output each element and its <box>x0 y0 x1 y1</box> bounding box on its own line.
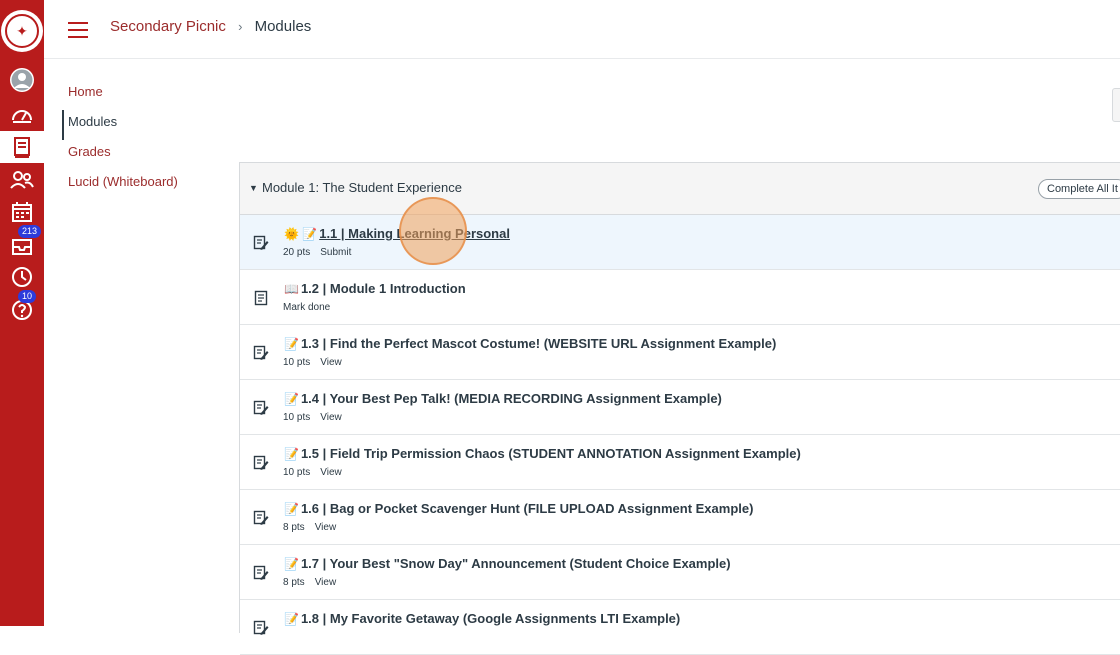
course-header: Secondary Picnic › Modules <box>44 0 1120 59</box>
module-item[interactable]: 📝 1.8 | My Favorite Getaway (Google Assig… <box>240 600 1120 655</box>
history-icon <box>12 267 32 287</box>
item-emoji: 📝 <box>284 447 299 461</box>
module-item[interactable]: 📝 1.4 | Your Best Pep Talk! (MEDIA RECORD… <box>240 380 1120 435</box>
breadcrumb-current: Modules <box>254 18 312 35</box>
item-title-link[interactable]: 1.2 | Module 1 Introduction <box>301 281 466 296</box>
assignment-icon <box>253 620 269 635</box>
courses-icon <box>14 137 30 158</box>
breadcrumb-separator-icon: › <box>238 19 243 34</box>
groups-nav-item[interactable] <box>0 164 44 196</box>
dashboard-nav-item[interactable] <box>0 99 44 131</box>
item-emoji: 🌞 📝 <box>284 227 318 241</box>
history-nav-item[interactable] <box>0 261 44 293</box>
item-title-link[interactable]: 1.6 | Bag or Pocket Scavenger Hunt (FILE… <box>301 501 753 516</box>
courses-nav-item[interactable] <box>0 131 44 163</box>
crest-icon: ✦ <box>5 14 39 48</box>
item-action[interactable]: View <box>320 467 342 478</box>
assignment-icon <box>253 235 269 250</box>
item-points: 10 pts <box>283 412 311 423</box>
item-points: 10 pts <box>283 357 311 368</box>
item-emoji: 📝 <box>284 502 299 516</box>
module-item[interactable]: 📝 1.3 | Find the Perfect Mascot Costume! … <box>240 325 1120 380</box>
course-nav-lucid[interactable]: Lucid (Whiteboard) <box>62 170 222 200</box>
page-icon <box>254 290 268 306</box>
item-emoji: 📝 <box>284 392 299 406</box>
collapse-caret-icon[interactable]: ▼ <box>249 183 258 193</box>
item-points: 10 pts <box>283 467 311 478</box>
module-panel: ▼ Module 1: The Student Experience Compl… <box>239 162 1120 655</box>
course-nav-modules[interactable]: Modules <box>62 110 222 140</box>
module-item[interactable]: 📝 1.7 | Your Best "Snow Day" Announcement… <box>240 545 1120 600</box>
breadcrumb-course-link[interactable]: Secondary Picnic <box>110 18 226 35</box>
breadcrumb: Secondary Picnic › Modules <box>110 18 311 35</box>
item-action[interactable]: Submit <box>320 247 351 258</box>
item-action[interactable]: View <box>315 577 337 588</box>
module-title: Module 1: The Student Experience <box>262 180 462 195</box>
module-item[interactable]: 📝 1.5 | Field Trip Permission Chaos (STUD… <box>240 435 1120 490</box>
item-points: 8 pts <box>283 522 305 533</box>
account-nav-item[interactable] <box>0 64 44 96</box>
item-points: 8 pts <box>283 577 305 588</box>
item-title-link[interactable]: 1.8 | My Favorite Getaway (Google Assign… <box>301 611 680 626</box>
item-title-link[interactable]: 1.3 | Find the Perfect Mascot Costume! (… <box>301 336 776 351</box>
hamburger-menu-icon[interactable] <box>68 22 88 38</box>
assignment-icon <box>253 400 269 415</box>
item-emoji: 📝 <box>284 612 299 626</box>
global-nav: ✦ 213 10 <box>0 0 44 626</box>
item-action[interactable]: View <box>320 357 342 368</box>
complete-all-button[interactable]: Complete All It <box>1038 179 1120 199</box>
item-points: 20 pts <box>283 247 311 258</box>
course-nav-grades[interactable]: Grades <box>62 140 222 170</box>
item-title-link[interactable]: 1.1 | Making Learning Personal <box>319 226 510 241</box>
assignment-icon <box>253 565 269 580</box>
groups-icon <box>10 171 34 189</box>
inbox-badge: 213 <box>18 225 42 238</box>
course-nav: Home Modules Grades Lucid (Whiteboard) <box>62 80 222 200</box>
item-emoji: 📝 <box>284 557 299 571</box>
item-emoji: 📝 <box>284 337 299 351</box>
item-title-link[interactable]: 1.7 | Your Best "Snow Day" Announcement … <box>301 556 731 571</box>
module-item[interactable]: 📝 1.6 | Bag or Pocket Scavenger Hunt (FIL… <box>240 490 1120 545</box>
item-emoji: 📖 <box>284 282 299 296</box>
institution-logo[interactable]: ✦ <box>1 10 43 52</box>
calendar-nav-item[interactable] <box>0 196 44 228</box>
view-progress-button[interactable] <box>1112 88 1120 122</box>
course-nav-home[interactable]: Home <box>62 80 222 110</box>
item-title-link[interactable]: 1.5 | Field Trip Permission Chaos (STUDE… <box>301 446 801 461</box>
assignment-icon <box>253 510 269 525</box>
help-badge: 10 <box>18 290 37 303</box>
inbox-nav-item[interactable]: 213 <box>0 225 44 261</box>
item-action[interactable]: Mark done <box>283 302 330 313</box>
item-action[interactable]: View <box>320 412 342 423</box>
item-action[interactable]: View <box>315 522 337 533</box>
dashboard-icon <box>12 110 32 123</box>
item-title-link[interactable]: 1.4 | Your Best Pep Talk! (MEDIA RECORDI… <box>301 391 722 406</box>
assignment-icon <box>253 455 269 470</box>
user-avatar-icon <box>10 68 34 92</box>
module-item[interactable]: 📖 1.2 | Module 1 Introduction Mark done <box>240 270 1120 325</box>
help-nav-item[interactable]: 10 <box>0 290 44 326</box>
module-item[interactable]: 🌞 📝 1.1 | Making Learning Personal 20 pts… <box>240 215 1120 270</box>
assignment-icon <box>253 345 269 360</box>
calendar-icon <box>12 202 32 222</box>
module-header[interactable]: ▼ Module 1: The Student Experience Compl… <box>240 163 1120 215</box>
